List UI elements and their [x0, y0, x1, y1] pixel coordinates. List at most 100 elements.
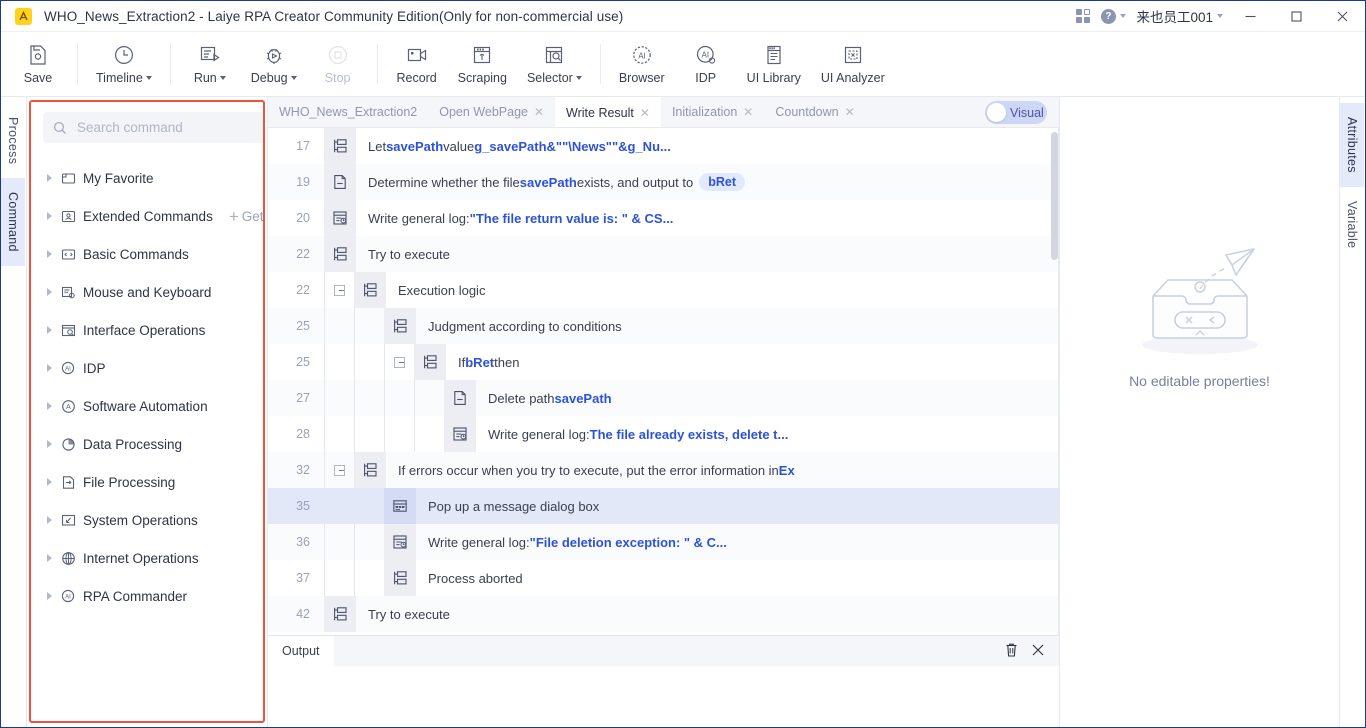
process-tab-who-news-extraction2[interactable]: WHO_News_Extraction2 [268, 97, 428, 127]
command-category-basic-commands[interactable]: Basic Commands [31, 235, 263, 273]
left-rail-tab-command[interactable]: Command [1, 178, 25, 267]
indent-guide [354, 380, 384, 416]
flow-row[interactable]: 37 Process aborted [268, 560, 1059, 596]
toolbar-ui-library-button[interactable]: UI Library [737, 32, 811, 96]
right-rail-tab-attributes[interactable]: Attributes [1340, 103, 1364, 187]
flow-row[interactable]: 28 Write general log: The file already ex… [268, 416, 1059, 452]
toolbar-ui-analyzer-button[interactable]: UI Analyzer [811, 32, 895, 96]
flow-row[interactable]: 22 Execution logic [268, 272, 1059, 308]
command-category-file-processing[interactable]: File Processing [31, 463, 263, 501]
folder-icon [61, 171, 76, 186]
toolbar-browser-button[interactable]: AI Browser [609, 32, 675, 96]
close-icon[interactable]: ✕ [743, 106, 753, 118]
flow-row[interactable]: 20 Write general log: "The file return va… [268, 200, 1059, 236]
toolbar-run-button[interactable]: Run [179, 32, 241, 96]
toolbar-stop-button[interactable]: Stop [307, 32, 369, 96]
process-tab-label: Countdown [775, 105, 839, 119]
process-tab-countdown[interactable]: Countdown ✕ [764, 97, 865, 127]
output-content [268, 666, 1059, 727]
command-category-software-automation[interactable]: A Software Automation [31, 387, 263, 425]
toolbar-idp-button[interactable]: AI IDP [675, 32, 737, 96]
command-category-system-operations[interactable]: System Operations [31, 501, 263, 539]
toolbar-divider [169, 44, 171, 84]
svg-text:A: A [66, 404, 71, 411]
command-category-my-favorite[interactable]: My Favorite [31, 159, 263, 197]
collapse-toggle[interactable] [324, 452, 354, 488]
left-rail-tab-process[interactable]: Process [1, 103, 25, 178]
ai-idp-icon: AI [696, 45, 715, 64]
process-tab-label: Initialization [671, 105, 738, 119]
command-category-internet-operations[interactable]: Internet Operations [31, 539, 263, 577]
process-flow-area[interactable]: 17 Let savePath value g_savePath&""\News"… [268, 128, 1059, 635]
process-tab-write-result[interactable]: Write Result ✕ [555, 97, 661, 127]
command-category-list: My Favorite Extended Commands + Get Basi… [31, 159, 263, 615]
toolbar-browser-label: Browser [618, 70, 665, 85]
toolbar-ui-library-label: UI Library [746, 70, 801, 85]
grid-apps-glyph [1076, 9, 1091, 23]
close-icon[interactable]: ✕ [845, 106, 855, 118]
collapse-toggle[interactable] [324, 272, 354, 308]
maximize-button[interactable] [1273, 1, 1319, 32]
close-icon[interactable] [1031, 643, 1045, 660]
toolbar-save-button[interactable]: Save [7, 32, 69, 96]
output-panel: Output [268, 635, 1059, 727]
minimize-button[interactable] [1227, 1, 1273, 32]
flow-row-text: Try to execute [368, 606, 450, 622]
flow-vertical-scrollbar[interactable] [1051, 132, 1058, 260]
right-rail-tab-variable[interactable]: Variable [1340, 187, 1364, 262]
output-tab[interactable]: Output [268, 636, 334, 666]
log-icon [444, 416, 476, 452]
toolbar-timeline-button[interactable]: Timeline [86, 32, 162, 96]
toolbar-record-label: Record [396, 70, 437, 85]
collapse-toggle[interactable] [384, 344, 414, 380]
process-tab-label: Open WebPage [439, 105, 528, 119]
toolbar-debug-button[interactable]: Debug [241, 32, 307, 96]
toolbar-selector-button[interactable]: Selector [517, 32, 592, 96]
user-account-menu[interactable]: 来也员工001 [1128, 6, 1227, 26]
close-icon[interactable]: ✕ [534, 106, 544, 118]
pie-chart-icon [61, 437, 76, 452]
grid-apps-icon[interactable] [1068, 1, 1098, 32]
visual-mode-toggle[interactable]: Visual [985, 101, 1047, 124]
toolbar-record-button[interactable]: Record [386, 32, 448, 96]
window-title: WHO_News_Extraction2 - Laiye RPA Creator… [44, 8, 624, 24]
command-category-idp[interactable]: AI IDP [31, 349, 263, 387]
chevron-down-icon [1119, 14, 1126, 18]
flow-row[interactable]: 19 Determine whether the file savePath ex… [268, 164, 1059, 200]
get-more-commands-button[interactable]: + Get [229, 208, 263, 225]
flow-row[interactable]: 36 Write general log: "File deletion exce… [268, 524, 1059, 560]
help-circle-icon[interactable]: ? [1098, 1, 1128, 32]
flow-row-line-number: 17 [296, 139, 310, 153]
flow-row[interactable]: 25 Judgment according to conditions [268, 308, 1059, 344]
flow-row-text: Try to execute [368, 246, 450, 262]
flow-row[interactable]: 25 If bRet then [268, 344, 1059, 380]
command-category-interface-operations[interactable]: Interface Operations [31, 311, 263, 349]
flow-right-edge [1058, 128, 1059, 635]
extension-icon [61, 209, 76, 224]
trash-icon[interactable] [1004, 642, 1019, 661]
indent-guide [384, 416, 414, 452]
command-category-label: Data Processing [83, 436, 183, 452]
window-search-icon [61, 323, 76, 338]
output-variable-chip: bRet [699, 173, 745, 191]
flow-row[interactable]: 32 If errors occur when you try to execut… [268, 452, 1059, 488]
toolbar-scraping-button[interactable]: Scraping [448, 32, 517, 96]
sequence-icon [384, 560, 416, 596]
command-category-extended-commands[interactable]: Extended Commands + Get [31, 197, 263, 235]
indent-guide [384, 380, 414, 416]
flow-row[interactable]: 22 Try to execute [268, 236, 1059, 272]
process-tab-open-webpage[interactable]: Open WebPage ✕ [428, 97, 555, 127]
command-category-data-processing[interactable]: Data Processing [31, 425, 263, 463]
command-category-rpa-commander[interactable]: AI RPA Commander [31, 577, 263, 615]
command-category-mouse-and-keyboard[interactable]: Mouse and Keyboard [31, 273, 263, 311]
flow-row[interactable]: 17 Let savePath value g_savePath&""\News"… [268, 128, 1059, 164]
close-button[interactable] [1319, 1, 1365, 32]
flow-row[interactable]: 42 Try to execute [268, 596, 1059, 632]
main-toolbar: Save Timeline Run Debug Stop Record Scra… [1, 32, 1365, 97]
close-icon[interactable]: ✕ [640, 107, 650, 119]
flow-row[interactable]: 35 Pop up a message dialog box [268, 488, 1059, 524]
search-input-wrapper[interactable] [43, 112, 263, 143]
flow-row[interactable]: 27 Delete path savePath [268, 380, 1059, 416]
process-tab-initialization[interactable]: Initialization ✕ [661, 97, 764, 127]
search-input[interactable] [75, 119, 256, 136]
